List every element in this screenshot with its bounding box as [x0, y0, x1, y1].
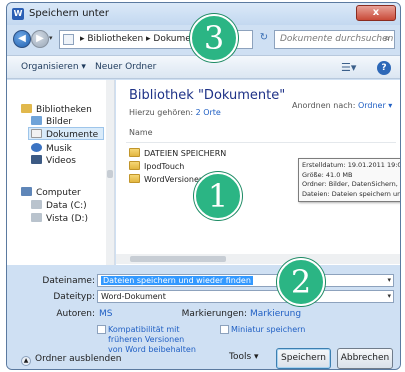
includes-label: Hierzu gehören:	[129, 108, 194, 117]
tooltip-created: Erstelldatum: 19.01.2011 19:08	[302, 161, 401, 169]
cancel-button[interactable]: Abbrechen	[337, 348, 393, 369]
tags-label: Markierungen:	[181, 309, 247, 319]
arrange-dropdown[interactable]: Ordner ▾	[358, 101, 392, 110]
tooltip-files: Dateien: Dateien speichern und w	[302, 189, 401, 198]
thumbnail-label[interactable]: Miniatur speichern	[231, 325, 305, 335]
window-title: Speichern unter	[29, 8, 109, 19]
callout-marker: 1	[194, 172, 242, 220]
documents-icon	[31, 129, 42, 138]
navpane-scroll-thumb[interactable]	[107, 170, 113, 178]
filetype-value: Word-Dokument	[101, 292, 166, 301]
authors-value[interactable]: MS	[99, 309, 112, 319]
videos-icon	[31, 155, 42, 164]
file-name: DATEIEN SPEICHERN	[144, 149, 227, 158]
word-app-icon: W	[12, 8, 24, 20]
sidebar-item-label: Musik	[46, 144, 72, 154]
libraries-icon	[21, 104, 32, 113]
arrange-label: Anordnen nach:	[292, 101, 356, 110]
header-divider	[126, 142, 396, 143]
chevron-down-icon[interactable]: ▾	[387, 292, 391, 300]
list-item[interactable]: IpodTouch	[129, 161, 184, 171]
callout-marker: 3	[190, 14, 238, 62]
folder-location-icon	[63, 34, 74, 45]
close-button[interactable]: x	[356, 5, 396, 21]
authors-label: Autoren:	[56, 309, 95, 319]
horizontal-scroll-thumb[interactable]	[130, 256, 226, 262]
thumbnail-checkbox[interactable]	[220, 325, 229, 334]
tooltip-size: Größe: 41.0 MB	[302, 170, 353, 179]
sidebar-item-computer[interactable]: Computer	[21, 187, 81, 198]
search-icon[interactable]: ⌕	[384, 33, 390, 44]
sidebar-item-vista-d[interactable]: Vista (D:)	[31, 213, 88, 224]
library-title: Bibliothek "Dokumente"	[129, 88, 286, 103]
sidebar-item-label: Bilder	[46, 117, 73, 127]
drive-icon	[31, 213, 42, 222]
sidebar-item-data-c[interactable]: Data (C:)	[31, 200, 87, 211]
sidebar-item-libraries[interactable]: Bibliotheken	[21, 104, 92, 115]
column-header-name[interactable]: Name	[129, 128, 153, 137]
chevron-down-icon[interactable]: ▾	[387, 276, 391, 284]
filename-field[interactable]: Dateien speichern und wieder finden ▾	[97, 274, 394, 287]
sidebar-item-documents[interactable]: Dokumente	[28, 127, 104, 140]
sidebar-item-videos[interactable]: Videos	[31, 155, 76, 166]
sidebar-item-label: Vista (D:)	[46, 214, 89, 224]
sidebar-item-pictures[interactable]: Bilder	[31, 116, 72, 127]
search-placeholder: Dokumente durchsuchen	[280, 34, 394, 44]
file-name: IpodTouch	[144, 162, 185, 171]
search-input[interactable]: Dokumente durchsuchen ⌕	[274, 30, 395, 49]
folder-icon	[129, 148, 140, 157]
includes-link[interactable]: 2 Orte	[196, 108, 221, 117]
list-item[interactable]: WordVersionen	[129, 174, 204, 184]
back-button[interactable]: ◀	[13, 30, 31, 48]
folder-icon	[129, 174, 140, 183]
folder-tooltip: Erstelldatum: 19.01.2011 19:08 Größe: 41…	[298, 158, 401, 202]
tools-menu[interactable]: Tools ▾	[229, 352, 259, 362]
organize-menu[interactable]: Organisieren ▾	[21, 62, 86, 72]
view-options-icon[interactable]: ☰▾	[341, 61, 356, 74]
navigation-pane: Bibliotheken Bilder Dokumente Musik Vide…	[7, 80, 115, 265]
sidebar-item-label: Videos	[46, 156, 76, 166]
tags-value[interactable]: Markierung	[250, 309, 301, 319]
filetype-label: Dateityp:	[53, 292, 95, 302]
sidebar-item-label: Computer	[36, 188, 81, 198]
tooltip-folders: Ordner: Bilder, DatenSichern, Hoe	[302, 180, 400, 188]
music-icon	[31, 143, 42, 152]
chevron-up-icon: ▲	[21, 356, 31, 366]
callout-marker: 2	[277, 258, 325, 306]
file-name: WordVersionen	[144, 175, 204, 184]
arrange-by: Anordnen nach: Ordner ▾	[292, 101, 392, 110]
compatibility-checkbox[interactable]	[97, 325, 106, 334]
sidebar-item-label: Data (C:)	[46, 201, 87, 211]
pictures-icon	[31, 116, 42, 125]
sidebar-item-music[interactable]: Musik	[31, 143, 72, 154]
hide-folders-button[interactable]: ▲ Ordner ausblenden	[21, 354, 121, 366]
horizontal-scrollbar[interactable]	[116, 254, 400, 264]
library-includes: Hierzu gehören: 2 Orte	[129, 108, 221, 117]
file-list-pane: Bibliothek "Dokumente" Hierzu gehören: 2…	[116, 80, 401, 265]
folder-icon	[129, 161, 140, 170]
filename-value: Dateien speichern und wieder finden	[101, 276, 253, 285]
breadcrumb[interactable]: ▸ Bibliotheken ▸ Dokumente	[80, 34, 206, 44]
filetype-select[interactable]: Word-Dokument ▾	[97, 290, 394, 303]
drive-icon	[31, 200, 42, 209]
new-folder-button[interactable]: Neuer Ordner	[95, 62, 156, 72]
computer-icon	[21, 187, 32, 196]
refresh-icon[interactable]: ↻	[256, 32, 272, 48]
help-icon[interactable]: ?	[377, 61, 391, 75]
save-form: Dateiname: Dateien speichern und wieder …	[7, 267, 400, 369]
hide-folders-label: Ordner ausblenden	[35, 354, 122, 364]
recent-pages-dropdown[interactable]: ▾	[49, 34, 53, 42]
sidebar-item-label: Dokumente	[46, 130, 99, 140]
save-button[interactable]: Speichern	[276, 348, 331, 369]
filename-label: Dateiname:	[42, 276, 95, 286]
forward-button[interactable]: ▶	[31, 30, 49, 48]
sidebar-item-label: Bibliotheken	[36, 105, 92, 115]
compatibility-label[interactable]: Kompatibilität mit früheren Versionen vo…	[108, 325, 198, 355]
list-item[interactable]: DATEIEN SPEICHERN	[129, 148, 226, 158]
